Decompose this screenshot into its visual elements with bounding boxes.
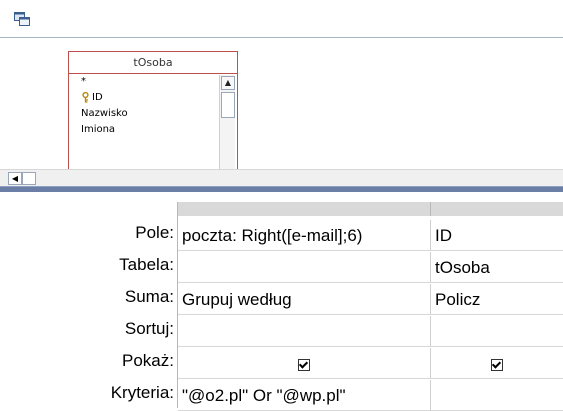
sort-cell[interactable]: [178, 316, 431, 347]
table-cell[interactable]: [178, 252, 431, 283]
row-label-sort: Sortuj:: [124, 319, 174, 338]
field-item-label: *: [81, 76, 86, 87]
column-selector-2[interactable]: [431, 202, 563, 216]
query-titlebar: [0, 0, 563, 38]
query-design-grid: Pole: Tabela: Suma: Sortuj: Pokaż: Kryte…: [0, 192, 563, 411]
field-list-scrollbar[interactable]: ▲: [219, 75, 235, 169]
primary-key-icon: [82, 91, 89, 103]
show-cell[interactable]: [431, 348, 563, 379]
row-label-show: Pokaż:: [122, 351, 174, 370]
total-cell[interactable]: Grupuj według: [178, 284, 431, 315]
show-cell[interactable]: [178, 348, 431, 379]
hscroll-thumb[interactable]: [22, 172, 36, 185]
field-list-title[interactable]: tOsoba: [69, 52, 237, 74]
field-item-imiona[interactable]: Imiona: [69, 122, 219, 138]
show-checkbox[interactable]: [298, 358, 310, 371]
field-list-tosoba[interactable]: tOsoba * ID Nazwisko Imiona ▲: [68, 51, 238, 169]
scroll-left-arrow-icon[interactable]: ◀: [8, 172, 22, 185]
show-checkbox[interactable]: [491, 358, 503, 371]
field-item-label: Nazwisko: [81, 108, 128, 119]
scroll-thumb[interactable]: [221, 92, 235, 118]
field-cell[interactable]: poczta: Right([e-mail];6): [178, 220, 431, 251]
table-cell[interactable]: tOsoba: [431, 252, 563, 283]
criteria-cell[interactable]: [431, 380, 563, 411]
field-item-label: ID: [92, 92, 103, 103]
table-design-area: tOsoba * ID Nazwisko Imiona ▲: [0, 38, 563, 169]
query-design-icon[interactable]: [14, 12, 30, 26]
scroll-up-arrow-icon[interactable]: ▲: [221, 76, 235, 90]
row-label-total: Suma:: [124, 287, 174, 306]
total-cell[interactable]: Policz: [431, 284, 563, 315]
field-item-all[interactable]: *: [69, 74, 219, 90]
field-cell[interactable]: ID: [431, 220, 563, 251]
criteria-cell[interactable]: "@o2.pl" Or "@wp.pl": [178, 380, 431, 411]
field-item-id[interactable]: ID: [69, 90, 219, 106]
field-item-label: Imiona: [81, 124, 116, 135]
column-selector-1[interactable]: [178, 202, 431, 216]
row-label-criteria: Kryteria:: [110, 383, 174, 402]
sort-cell[interactable]: [431, 316, 563, 347]
field-item-nazwisko[interactable]: Nazwisko: [69, 106, 219, 122]
row-label-field: Pole:: [135, 223, 174, 242]
row-label-table: Tabela:: [119, 255, 174, 274]
